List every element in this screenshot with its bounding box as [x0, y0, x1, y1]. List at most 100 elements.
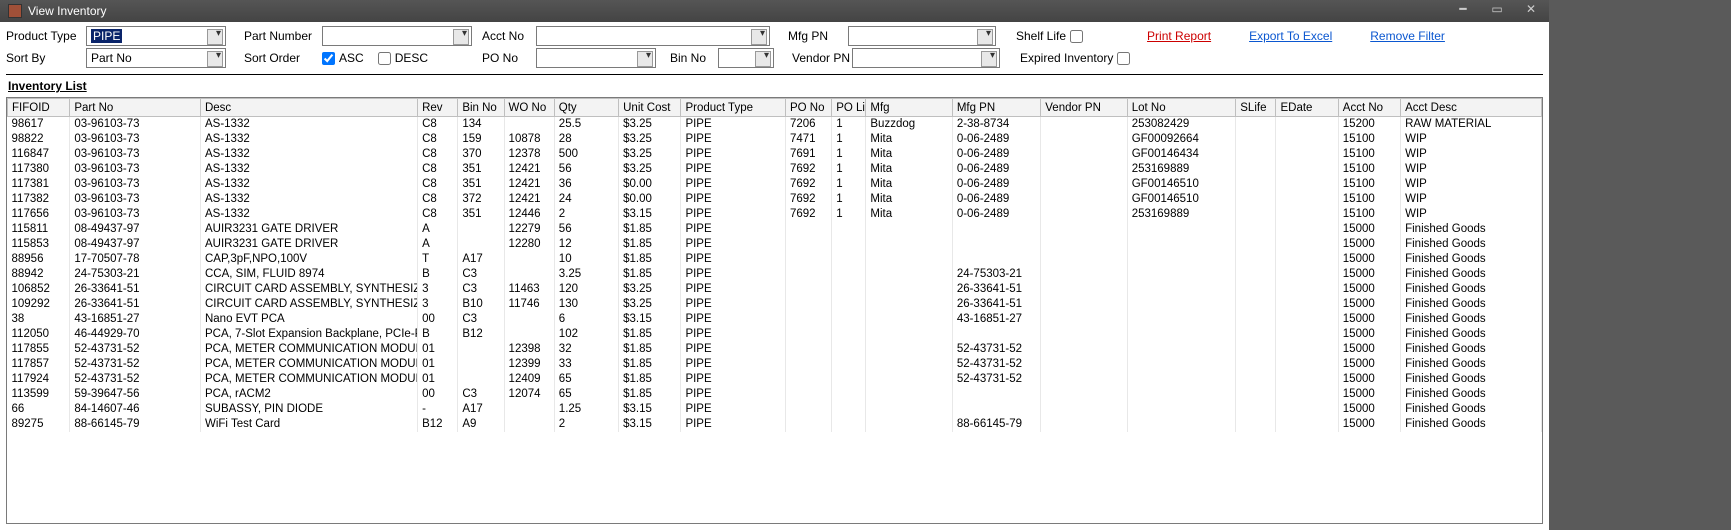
cell[interactable] — [1276, 192, 1338, 207]
cell[interactable]: 26-33641-51 — [952, 282, 1040, 297]
desc-check[interactable]: DESC — [378, 51, 428, 65]
cell[interactable]: 17-70507-78 — [70, 252, 201, 267]
cell[interactable] — [952, 387, 1040, 402]
column-header[interactable]: WO No — [504, 99, 554, 117]
cell[interactable] — [1276, 222, 1338, 237]
cell[interactable]: 03-96103-73 — [70, 177, 201, 192]
cell[interactable]: 03-96103-73 — [70, 117, 201, 132]
cell[interactable]: 2 — [554, 417, 618, 432]
cell[interactable]: A — [418, 237, 458, 252]
cell[interactable]: 15000 — [1338, 357, 1400, 372]
cell[interactable] — [785, 297, 831, 312]
cell[interactable]: 15000 — [1338, 237, 1400, 252]
column-header[interactable]: Mfg PN — [952, 99, 1040, 117]
cell[interactable]: 15000 — [1338, 252, 1400, 267]
cell[interactable]: 12399 — [504, 357, 554, 372]
cell[interactable]: PCA, METER COMMUNICATION MODULE, MC — [200, 357, 417, 372]
cell[interactable] — [785, 252, 831, 267]
cell[interactable]: Finished Goods — [1401, 297, 1542, 312]
cell[interactable]: SUBASSY, PIN DIODE — [200, 402, 417, 417]
cell[interactable]: 03-96103-73 — [70, 132, 201, 147]
cell[interactable]: Finished Goods — [1401, 387, 1542, 402]
cell[interactable]: 15000 — [1338, 267, 1400, 282]
cell[interactable]: 12074 — [504, 387, 554, 402]
cell[interactable] — [1236, 267, 1276, 282]
column-header[interactable]: PO No — [785, 99, 831, 117]
cell[interactable]: 15000 — [1338, 312, 1400, 327]
cell[interactable]: 59-39647-56 — [70, 387, 201, 402]
cell[interactable]: C8 — [418, 192, 458, 207]
cell[interactable] — [785, 267, 831, 282]
cell[interactable] — [832, 237, 866, 252]
cell[interactable]: PIPE — [681, 192, 786, 207]
cell[interactable] — [1276, 372, 1338, 387]
cell[interactable]: 03-96103-73 — [70, 192, 201, 207]
cell[interactable]: 1 — [832, 192, 866, 207]
cell[interactable]: 52-43731-52 — [952, 372, 1040, 387]
cell[interactable] — [1041, 357, 1127, 372]
table-row[interactable]: 10685226-33641-51CIRCUIT CARD ASSEMBLY, … — [8, 282, 1542, 297]
cell[interactable]: PIPE — [681, 207, 786, 222]
cell[interactable]: A9 — [458, 417, 504, 432]
cell[interactable]: 12421 — [504, 192, 554, 207]
cell[interactable]: 1.25 — [554, 402, 618, 417]
cell[interactable]: $3.15 — [619, 402, 681, 417]
table-row[interactable]: 8895617-70507-78CAP,3pF,NPO,100VTA1710$1… — [8, 252, 1542, 267]
cell[interactable]: 12279 — [504, 222, 554, 237]
cell[interactable]: 15000 — [1338, 282, 1400, 297]
cell[interactable]: C8 — [418, 162, 458, 177]
cell[interactable]: 3 — [418, 297, 458, 312]
cell[interactable]: $1.85 — [619, 357, 681, 372]
cell[interactable] — [1127, 372, 1236, 387]
cell[interactable]: PIPE — [681, 327, 786, 342]
cell[interactable]: 11746 — [504, 297, 554, 312]
cell[interactable]: 1 — [832, 132, 866, 147]
cell[interactable]: PIPE — [681, 267, 786, 282]
cell[interactable]: PIPE — [681, 177, 786, 192]
cell[interactable]: AS-1332 — [200, 117, 417, 132]
cell[interactable] — [1236, 282, 1276, 297]
cell[interactable]: 117381 — [8, 177, 70, 192]
column-header[interactable]: Product Type — [681, 99, 786, 117]
cell[interactable]: 351 — [458, 162, 504, 177]
cell[interactable]: 52-43731-52 — [952, 342, 1040, 357]
cell[interactable] — [1276, 357, 1338, 372]
cell[interactable] — [1276, 282, 1338, 297]
cell[interactable] — [866, 222, 952, 237]
cell[interactable]: 88942 — [8, 267, 70, 282]
cell[interactable]: $3.25 — [619, 282, 681, 297]
inventory-table[interactable]: FIFOIDPart NoDescRevBin NoWO NoQtyUnit C… — [7, 98, 1542, 432]
cell[interactable]: PIPE — [681, 342, 786, 357]
cell[interactable] — [1276, 297, 1338, 312]
cell[interactable]: Mita — [866, 207, 952, 222]
cell[interactable] — [1236, 222, 1276, 237]
cell[interactable]: 03-96103-73 — [70, 147, 201, 162]
cell[interactable] — [866, 252, 952, 267]
cell[interactable] — [1127, 312, 1236, 327]
cell[interactable]: Finished Goods — [1401, 342, 1542, 357]
cell[interactable] — [1276, 117, 1338, 132]
cell[interactable]: 1 — [832, 117, 866, 132]
expired-inv-check[interactable]: Expired Inventory — [1020, 51, 1130, 65]
cell[interactable]: 12409 — [504, 372, 554, 387]
titlebar[interactable]: View Inventory ━ ▭ ✕ — [0, 0, 1549, 22]
cell[interactable] — [1276, 327, 1338, 342]
cell[interactable]: 2-38-8734 — [952, 117, 1040, 132]
cell[interactable]: PIPE — [681, 222, 786, 237]
cell[interactable]: 12421 — [504, 177, 554, 192]
cell[interactable] — [1041, 237, 1127, 252]
cell[interactable]: 46-44929-70 — [70, 327, 201, 342]
shelf-life-check[interactable]: Shelf Life — [1016, 29, 1083, 43]
cell[interactable] — [866, 402, 952, 417]
cell[interactable]: 15100 — [1338, 192, 1400, 207]
cell[interactable]: 01 — [418, 357, 458, 372]
cell[interactable] — [785, 417, 831, 432]
cell[interactable]: Finished Goods — [1401, 327, 1542, 342]
cell[interactable]: $1.85 — [619, 372, 681, 387]
table-row[interactable]: 9882203-96103-73AS-1332C81591087828$3.25… — [8, 132, 1542, 147]
table-row[interactable]: 8927588-66145-79WiFi Test CardB12A92$3.1… — [8, 417, 1542, 432]
cell[interactable]: $1.85 — [619, 387, 681, 402]
cell[interactable]: 66 — [8, 402, 70, 417]
cell[interactable]: C8 — [418, 207, 458, 222]
cell[interactable]: PIPE — [681, 252, 786, 267]
